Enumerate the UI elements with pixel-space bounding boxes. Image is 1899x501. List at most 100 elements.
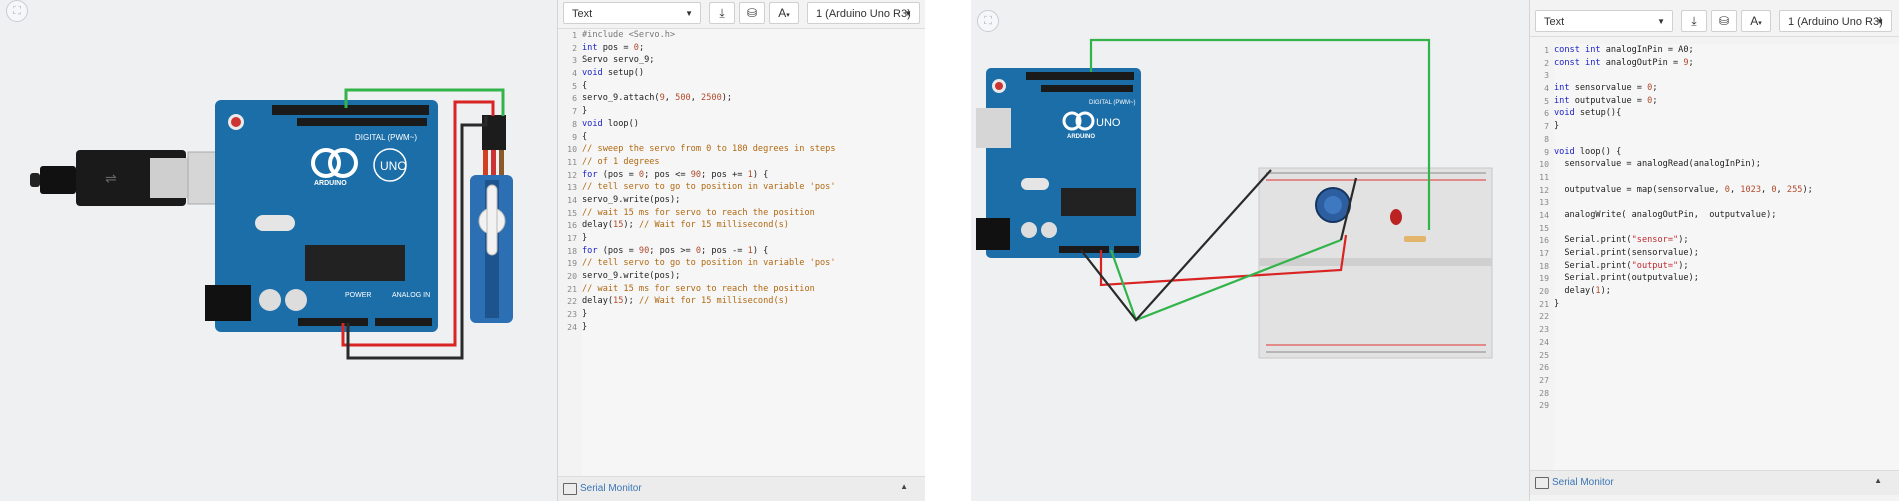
code-line: int pos = 0;: [582, 42, 925, 55]
code-token: servo_9.write(pos);: [582, 194, 681, 205]
line-number: 14: [567, 194, 577, 205]
download-icon[interactable]: ⤓: [709, 2, 735, 24]
code-token: analogInPin = A0;: [1605, 45, 1694, 55]
chevron-up-icon[interactable]: ▲: [900, 482, 908, 491]
svg-text:⇌: ⇌: [105, 171, 117, 187]
right-serial-monitor-bar[interactable]: Serial Monitor ▲: [1530, 470, 1899, 495]
code-token: const int: [1554, 45, 1606, 55]
code-token: analogOutPin =: [1605, 57, 1684, 68]
font-size-icon[interactable]: A▾: [769, 2, 799, 24]
code-token: 2500: [701, 93, 722, 104]
code-token: }: [582, 321, 588, 332]
code-line: servo_9.write(pos);: [582, 270, 925, 283]
code-line: {: [582, 131, 925, 144]
left-serial-monitor-label: Serial Monitor: [580, 483, 642, 494]
right-code-mode-select[interactable]: Text ▼: [1535, 10, 1673, 32]
code-line: for (pos = 0; pos <= 90; pos += 1) {: [582, 169, 925, 182]
code-line: Serial.print(outputvalue);: [1554, 272, 1899, 285]
code-line: for (pos = 90; pos >= 0; pos -= 1) {: [582, 245, 925, 258]
arduino-uno-board[interactable]: UNO ARDUINO DIGITAL (PWM~): [976, 68, 1141, 258]
line-number: 13: [1539, 197, 1549, 208]
code-line: #include <Servo.h>: [582, 29, 925, 42]
code-token: 1023: [1740, 184, 1761, 195]
code-token: // tell servo to go to position in varia…: [582, 182, 836, 193]
code-token: void: [582, 118, 608, 129]
line-number: 16: [1539, 235, 1549, 246]
resistor[interactable]: [1404, 236, 1426, 242]
line-number: 12: [567, 169, 577, 180]
line-number: 9: [572, 131, 577, 142]
code-line: analogWrite( analogOutPin, outputvalue);: [1554, 209, 1899, 222]
upload-icon[interactable]: ⛁: [1711, 10, 1737, 32]
code-line: void setup(){: [1554, 107, 1899, 120]
line-number: 26: [1539, 362, 1549, 373]
code-token: sensorvalue =: [1574, 83, 1648, 94]
code-token: for: [582, 169, 603, 180]
led-red[interactable]: [1390, 209, 1402, 225]
code-line: int sensorvalue = 0;: [1554, 82, 1899, 95]
line-number: 4: [1544, 83, 1549, 94]
code-line: void loop(): [582, 118, 925, 131]
right-serial-monitor-label: Serial Monitor: [1552, 477, 1614, 488]
code-line: int outputvalue = 0;: [1554, 95, 1899, 108]
chevron-up-icon[interactable]: ▲: [1874, 476, 1882, 485]
left-serial-monitor-bar[interactable]: Serial Monitor ▲: [558, 476, 925, 501]
line-number: 19: [567, 258, 577, 269]
code-line: // tell servo to go to position in varia…: [582, 257, 925, 270]
code-token: );: [721, 93, 733, 104]
code-token: (pos =: [602, 169, 639, 180]
code-line: const int analogOutPin = 9;: [1554, 57, 1899, 70]
digital-label: DIGITAL (PWM~): [355, 133, 417, 142]
code-token: (pos =: [602, 245, 639, 256]
code-token: delay(: [1554, 286, 1596, 297]
right-code-area[interactable]: const int analogInPin = A0; const int ana…: [1554, 44, 1899, 471]
breadboard[interactable]: [1258, 167, 1493, 359]
digital-label: DIGITAL (PWM~): [1089, 100, 1136, 106]
left-code-area[interactable]: #include <Servo.h> int pos = 0; Servo serv…: [582, 29, 925, 477]
right-circuit-svg: UNO ARDUINO DIGITAL (PWM~): [976, 38, 1493, 359]
code-token: }: [1554, 121, 1560, 132]
code-token: void: [582, 68, 608, 79]
code-token: Servo servo_9;: [582, 55, 655, 66]
code-token: {: [582, 131, 588, 142]
right-line-numbers: 1 2 3 4 5 6 7 8 9 10 11 12 13 14 15 16 17 18 19 20 21 22 23 24 2…: [1530, 44, 1552, 471]
code-token: loop(): [607, 118, 639, 129]
upload-icon[interactable]: ⛁: [739, 2, 765, 24]
line-number: 3: [1544, 70, 1549, 81]
right-board-select[interactable]: 1 (Arduino Uno R3) ▼: [1779, 10, 1892, 32]
code-token: 15: [613, 220, 624, 231]
left-circuit-canvas[interactable]: ⛶ ⇌ DIGITAL (PWM~) ARDUINO UNO POWER ANA…: [0, 0, 557, 501]
code-token: Serial.print(sensorvalue);: [1554, 248, 1699, 258]
code-token: ,: [1776, 184, 1787, 195]
code-line: // wait 15 ms for servo to reach the pos…: [582, 207, 925, 220]
line-number: 9: [1544, 146, 1549, 157]
left-board-select[interactable]: 1 (Arduino Uno R3) ▼: [807, 2, 920, 24]
arduino-uno-board[interactable]: DIGITAL (PWM~) ARDUINO UNO POWER ANALOG …: [205, 100, 438, 332]
power-label: POWER: [345, 292, 371, 299]
code-token: );: [1600, 286, 1611, 297]
code-token: loop() {: [1579, 146, 1622, 157]
code-token: // sweep the servo from 0 to 180 degrees…: [582, 144, 836, 155]
code-token: servo_9.write(pos);: [582, 271, 681, 282]
left-code-mode-select[interactable]: Text ▼: [563, 2, 701, 24]
line-number: 5: [1544, 95, 1549, 106]
code-token: );: [623, 296, 639, 307]
servo-motor[interactable]: [470, 115, 513, 323]
download-icon[interactable]: ⤓: [1681, 10, 1707, 32]
code-token: delay(: [582, 220, 614, 231]
line-number: 17: [1539, 248, 1549, 258]
code-token: // Wait for 15 millisecond(s): [638, 220, 789, 231]
code-token: 500: [675, 93, 691, 104]
code-token: ;: [1652, 83, 1658, 94]
line-number: 18: [1539, 260, 1549, 271]
code-line: }: [582, 105, 925, 118]
line-number: 3: [572, 55, 577, 66]
code-line: }: [582, 321, 925, 334]
potentiometer[interactable]: [1315, 187, 1351, 223]
line-number: 22: [567, 296, 577, 307]
font-size-icon[interactable]: A▾: [1741, 10, 1771, 32]
code-line: delay(15); // Wait for 15 millisecond(s): [582, 295, 925, 308]
right-circuit-canvas[interactable]: ⛶ UNO ARDUINO DIGITAL (PWM~): [971, 0, 1529, 501]
